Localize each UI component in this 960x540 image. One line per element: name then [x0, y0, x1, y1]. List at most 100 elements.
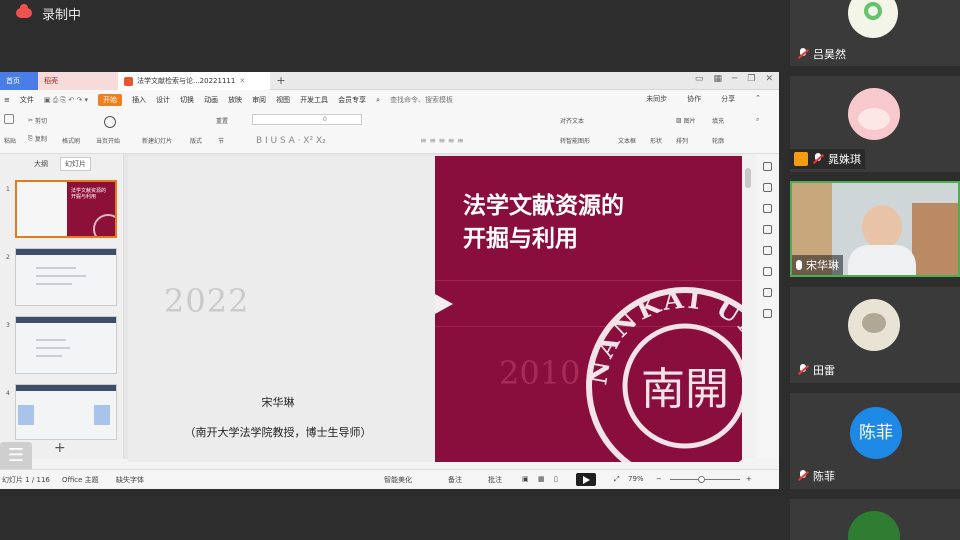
paragraph-buttons[interactable]: ≡ ≡ ≡ ≡ ≡	[420, 136, 464, 145]
picture-button[interactable]: ▨ 图片	[676, 116, 696, 125]
tab-current-file[interactable]: 法学文献检索与论...20221111 ✕	[118, 72, 270, 90]
pin-icon[interactable]	[763, 204, 772, 213]
location-icon[interactable]	[763, 288, 772, 297]
list-view-button[interactable]: ☰	[0, 442, 32, 472]
menu-review[interactable]: 审阅	[252, 95, 266, 105]
paste-label-btn[interactable]: 粘贴	[4, 136, 16, 145]
zoom-slider-track[interactable]	[670, 479, 740, 480]
tab-slides[interactable]: 幻灯片	[60, 157, 91, 171]
participant-tile-5[interactable]: 陈菲 陈菲	[790, 393, 960, 489]
participant-name-2: 晁姝琪	[828, 153, 861, 166]
participant-tile-3-active[interactable]: 宋华琳	[790, 181, 960, 277]
copy-style-icon[interactable]	[763, 225, 772, 234]
participant-tile-6[interactable]	[790, 499, 960, 540]
fit-icon[interactable]: ⤢	[614, 475, 620, 484]
menu-animation[interactable]: 动画	[204, 95, 218, 105]
menu-insert[interactable]: 插入	[132, 95, 146, 105]
shape-button[interactable]: 形状	[650, 136, 662, 145]
tab-docer[interactable]: 稻壳	[38, 72, 118, 90]
tab-home[interactable]: 首页	[0, 72, 38, 90]
avatar-pink-cartoon	[848, 88, 900, 140]
scissors-icon: ✂	[28, 117, 34, 124]
menu-file[interactable]: 文件	[20, 95, 34, 105]
normal-view-icon[interactable]: ▣	[522, 475, 529, 483]
slide-year-left: 2022	[164, 282, 250, 320]
share-button[interactable]: 分享	[721, 94, 735, 104]
layout-label: 版式	[190, 138, 203, 145]
menu-show[interactable]: 放映	[228, 95, 242, 105]
arrange-button[interactable]: 排列	[676, 136, 688, 145]
menu-view[interactable]: 视图	[276, 95, 290, 105]
slideshow-play-button[interactable]	[576, 473, 596, 486]
select-icon[interactable]	[763, 162, 772, 171]
command-search[interactable]: 查找命令、搜索模板	[390, 95, 453, 105]
book-icon[interactable]	[763, 309, 772, 318]
sync-button[interactable]: 未同步	[646, 94, 667, 104]
slide-thumbnail-2[interactable]	[15, 248, 117, 306]
slide-thumbnail-4[interactable]	[15, 384, 117, 440]
font-size-box[interactable]: 0	[252, 114, 362, 125]
slide-thumbnail-3[interactable]	[15, 316, 117, 374]
smart-beautify-button[interactable]: 智能美化	[384, 475, 412, 485]
outline-button[interactable]: 轮廓	[712, 136, 724, 145]
search-icon[interactable]: ⌕	[376, 96, 380, 105]
find-icon[interactable]: ⌕	[756, 116, 759, 124]
quick-access-icons[interactable]: ▣ ⎙ ⎘ ↶ ↷ ▾	[44, 96, 88, 105]
adjust-icon[interactable]	[763, 183, 772, 192]
play-from-current-icon[interactable]	[104, 116, 116, 128]
meeting-window: 录制中 首页 稻壳 法学文献检索与论...20221111 ✕ + ▭ ▦ ─ …	[0, 0, 960, 540]
participant-tile-4[interactable]: 田雷	[790, 287, 960, 383]
new-tab-button[interactable]: +	[274, 72, 288, 90]
participant-tile-1[interactable]: 吕昊然	[790, 0, 960, 66]
align-text-button[interactable]: 对齐文本	[560, 116, 584, 125]
layout-icon[interactable]: ▭	[695, 74, 704, 84]
from-current-button[interactable]: 当页开始	[96, 136, 120, 145]
comment-button[interactable]: 批注	[488, 475, 502, 485]
participant-tile-2[interactable]: 晁姝琪	[790, 76, 960, 172]
zoom-level[interactable]: 79%	[628, 475, 644, 483]
section-button[interactable]: 节	[218, 136, 224, 145]
add-slide-button[interactable]: +	[54, 440, 66, 456]
zoom-out-icon[interactable]: −	[656, 475, 662, 483]
collab-button[interactable]: 协作	[687, 94, 701, 104]
scrollbar-thumb[interactable]	[745, 168, 751, 188]
text-box-button[interactable]: 文本框	[618, 136, 636, 145]
avatar-green-cartoon	[848, 0, 898, 38]
zoom-in-icon[interactable]: +	[746, 475, 752, 483]
menu-start[interactable]: 开始	[98, 94, 123, 106]
recording-indicator[interactable]: 录制中	[16, 4, 81, 23]
slide-thumbnail-1[interactable]: 法学文献资源的开掘与利用	[15, 180, 117, 238]
zoom-slider-knob[interactable]	[698, 476, 705, 483]
help-icon[interactable]	[763, 246, 772, 255]
font-missing-button[interactable]: 缺失字体	[116, 475, 144, 485]
restore-icon[interactable]: ❐	[747, 74, 755, 84]
text-format-buttons[interactable]: B I U S A · X² X₂	[256, 136, 326, 146]
hamburger-icon[interactable]: ≡	[4, 96, 10, 104]
copy-button[interactable]: ⎘ 复制	[28, 134, 47, 144]
format-painter-button[interactable]: 格式刷	[62, 136, 80, 145]
menu-member[interactable]: 会员专享	[338, 95, 366, 105]
image-tool-icon[interactable]	[763, 267, 772, 276]
menu-dev[interactable]: 开发工具	[300, 95, 328, 105]
layout-button[interactable]: 版式	[190, 136, 202, 145]
fill-button[interactable]: 填充	[712, 116, 724, 125]
new-slide-button[interactable]: 新建幻灯片	[142, 136, 172, 145]
slide-vertical-scrollbar[interactable]	[742, 154, 756, 459]
close-tab-icon[interactable]: ✕	[239, 72, 245, 90]
menu-switch[interactable]: 切换	[180, 95, 194, 105]
convert-smartart-button[interactable]: 转智能图形	[560, 136, 590, 145]
minimize-icon[interactable]: ─	[732, 74, 737, 84]
tab-outline[interactable]: 大纲	[34, 159, 48, 169]
collapse-ribbon-icon[interactable]: ⌃	[755, 94, 761, 104]
notes-button[interactable]: 备注	[448, 475, 462, 485]
cut-button[interactable]: ✂ 剪切	[28, 116, 47, 125]
close-window-icon[interactable]: ✕	[765, 74, 773, 84]
paste-button[interactable]	[4, 114, 14, 124]
menu-design[interactable]: 设计	[156, 95, 170, 105]
sorter-view-icon[interactable]: ▦	[538, 475, 545, 483]
current-slide[interactable]: 2022 宋华琳 （南开大学法学院教授，博士生导师） 法学文献资源的 开掘与利用…	[128, 156, 742, 462]
ppt-file-icon	[124, 76, 133, 86]
reset-button[interactable]: 重置	[216, 116, 228, 125]
reading-view-icon[interactable]: ▯	[554, 475, 558, 483]
grid-icon[interactable]: ▦	[713, 74, 722, 84]
